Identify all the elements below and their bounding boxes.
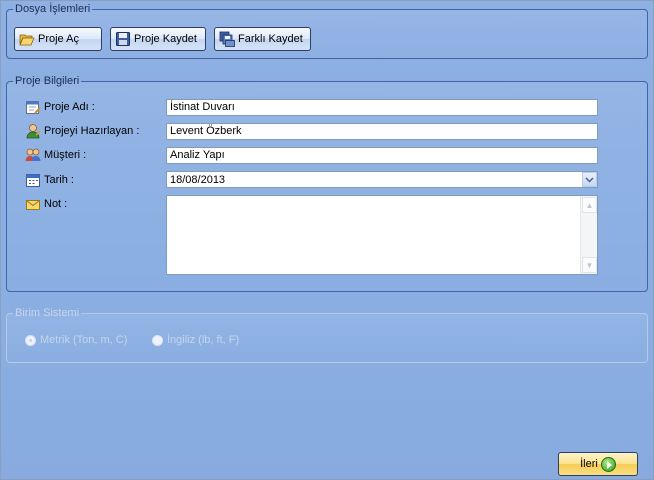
save-project-button[interactable]: Proje Kaydet: [110, 27, 206, 51]
note-textarea[interactable]: ▲ ▼: [166, 195, 598, 275]
chevron-down-icon[interactable]: [582, 172, 597, 187]
note-icon: [25, 196, 41, 212]
scroll-up-icon[interactable]: ▲: [582, 197, 597, 213]
date-picker[interactable]: 18/08/2013: [166, 171, 598, 188]
save-project-label: Proje Kaydet: [134, 33, 197, 45]
scroll-down-icon[interactable]: ▼: [582, 257, 597, 273]
metric-radio[interactable]: Metrik (Ton, m, C): [25, 332, 127, 348]
calendar-edit-icon: [25, 99, 41, 115]
imperial-radio[interactable]: İngiliz (lb, ft, F): [152, 332, 239, 348]
date-label: Tarih :: [44, 174, 74, 186]
calendar-icon: [25, 172, 41, 188]
radio-unselected-icon: [152, 334, 163, 346]
metric-radio-label: Metrik (Ton, m, C): [40, 334, 128, 346]
floppy-disk-icon: [115, 31, 131, 47]
file-operations-group: Dosya İşlemleri: [6, 3, 648, 59]
arrow-right-icon: [600, 456, 616, 472]
project-name-label-row: Proje Adı :: [25, 98, 95, 116]
project-info-legend: Proje Bilgileri: [15, 75, 80, 87]
customer-input[interactable]: Analiz Yapı: [166, 147, 598, 164]
customer-label: Müşteri :: [44, 149, 87, 161]
save-as-icon: [219, 31, 235, 47]
next-button-label: İleri: [580, 458, 598, 470]
folder-open-icon: [19, 31, 35, 47]
date-value: 18/08/2013: [170, 173, 226, 186]
unit-system-legend: Birim Sistemi: [15, 307, 80, 319]
file-operations-legend: Dosya İşlemleri: [15, 3, 91, 15]
radio-selected-icon: [25, 334, 36, 346]
date-label-row: Tarih :: [25, 171, 74, 189]
imperial-radio-label: İngiliz (lb, ft, F): [167, 334, 240, 346]
open-project-button[interactable]: Proje Aç: [14, 27, 102, 51]
save-as-label: Farklı Kaydet: [238, 33, 303, 45]
open-project-label: Proje Aç: [38, 33, 79, 45]
user-icon: [25, 123, 41, 139]
note-label-row: Not :: [25, 195, 67, 213]
project-name-input[interactable]: İstinat Duvarı: [166, 99, 598, 116]
project-name-label: Proje Adı :: [44, 101, 95, 113]
note-scrollbar[interactable]: ▲ ▼: [580, 196, 597, 274]
prepared-by-input[interactable]: Levent Özberk: [166, 123, 598, 140]
next-button[interactable]: İleri: [558, 452, 638, 476]
prepared-by-label-row: Projeyi Hazırlayan :: [25, 122, 139, 140]
customer-label-row: Müşteri :: [25, 146, 86, 164]
note-label: Not :: [44, 198, 68, 210]
prepared-by-label: Projeyi Hazırlayan :: [44, 125, 140, 137]
project-window: Dosya İşlemleri Proje Aç Proje Kaydet Fa…: [0, 0, 654, 480]
users-icon: [25, 147, 41, 163]
save-as-button[interactable]: Farklı Kaydet: [214, 27, 311, 51]
